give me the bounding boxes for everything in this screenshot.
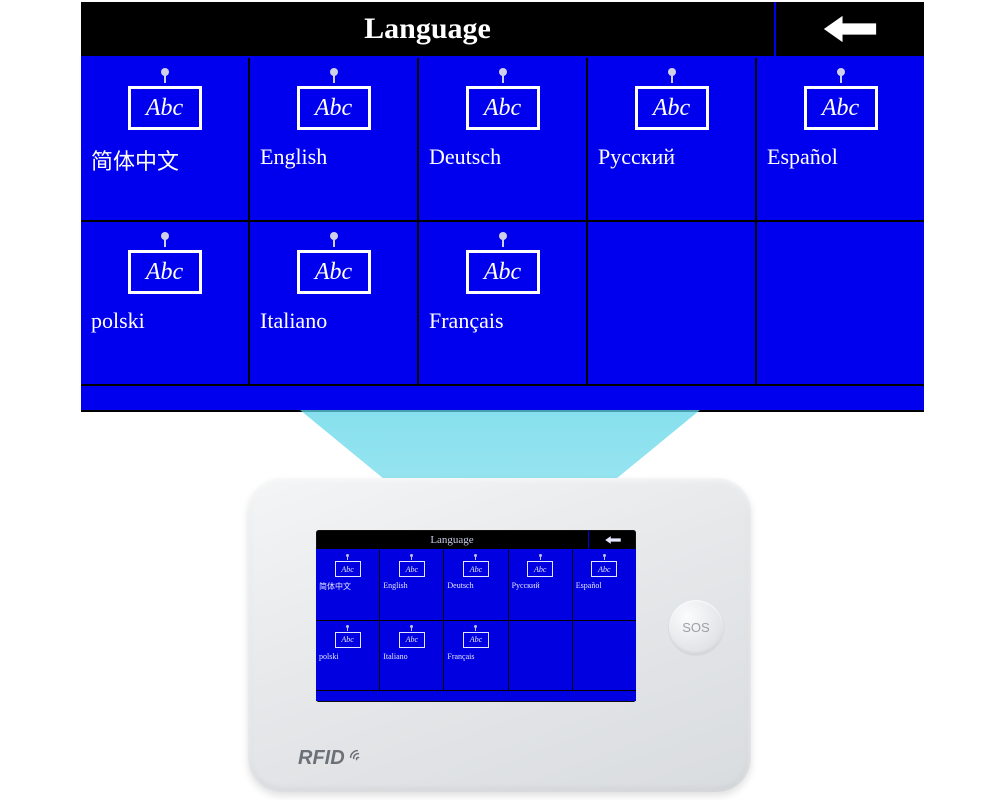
pushpin-icon (603, 554, 606, 557)
abc-board-icon: Abc (527, 561, 553, 577)
empty-cell (588, 222, 755, 384)
language-option-spanish[interactable]: Abc Español (573, 550, 636, 620)
language-option-french[interactable]: Abc Français (419, 222, 586, 384)
rfid-text: RFID (298, 747, 345, 770)
abc-board-icon: Abc (399, 632, 425, 648)
language-screen-small: Language Abc 简体中文 Abc English Abc Deutsch A… (316, 530, 636, 702)
abc-board-icon: Abc (128, 250, 202, 294)
empty-cell (757, 222, 924, 384)
pushpin-icon (837, 68, 845, 76)
empty-cell (573, 621, 636, 691)
rfid-label: RFID (298, 747, 367, 770)
language-label: Français (419, 308, 504, 334)
pushpin-icon (539, 554, 542, 557)
pushpin-icon (330, 68, 338, 76)
language-option-chinese[interactable]: Abc 简体中文 (81, 58, 248, 220)
language-label: English (250, 144, 327, 170)
language-option-chinese[interactable]: Abc 简体中文 (316, 550, 379, 620)
language-label: English (380, 581, 407, 590)
back-button[interactable] (774, 2, 924, 56)
back-arrow-icon (822, 11, 878, 47)
language-option-polish[interactable]: Abc polski (81, 222, 248, 384)
language-label: Русский (588, 144, 675, 170)
abc-board-icon: Abc (297, 250, 371, 294)
abc-board-icon: Abc (635, 86, 709, 130)
empty-cell (509, 621, 572, 691)
pushpin-icon (346, 554, 349, 557)
pushpin-icon (499, 68, 507, 76)
abc-board-icon: Abc (804, 86, 878, 130)
back-button[interactable] (588, 530, 636, 549)
pushpin-icon (474, 554, 477, 557)
pushpin-icon (410, 625, 413, 628)
abc-board-icon: Abc (591, 561, 617, 577)
language-option-english[interactable]: Abc English (250, 58, 417, 220)
language-grid: Abc 简体中文 Abc English Abc Deutsch Abc Русский… (316, 550, 636, 690)
language-label: Deutsch (444, 581, 473, 590)
language-option-english[interactable]: Abc English (380, 550, 443, 620)
language-label: polski (316, 652, 339, 661)
abc-board-icon: Abc (463, 561, 489, 577)
language-grid: Abc 简体中文 Abc English Abc Deutsch Abc Рус… (81, 58, 924, 384)
pushpin-icon (161, 232, 169, 240)
abc-board-icon: Abc (463, 632, 489, 648)
pushpin-icon (474, 625, 477, 628)
sos-button[interactable]: SOS (669, 600, 723, 654)
pushpin-icon (499, 232, 507, 240)
pushpin-icon (346, 625, 349, 628)
language-option-spanish[interactable]: Abc Español (757, 58, 924, 220)
page-title: Language (316, 530, 588, 549)
back-arrow-icon (603, 535, 623, 545)
abc-board-icon: Abc (335, 632, 361, 648)
language-label: polski (81, 308, 145, 334)
language-option-russian[interactable]: Abc Русский (509, 550, 572, 620)
language-label: Italiano (380, 652, 407, 661)
language-option-polish[interactable]: Abc polski (316, 621, 379, 691)
language-label: Français (444, 652, 474, 661)
abc-board-icon: Abc (297, 86, 371, 130)
abc-board-icon: Abc (335, 561, 361, 577)
abc-board-icon: Abc (466, 86, 540, 130)
language-option-italian[interactable]: Abc Italiano (380, 621, 443, 691)
language-screen-large: Language Abc 简体中文 Abc English Abc Deutsc… (81, 2, 924, 412)
header-bar: Language (316, 530, 636, 550)
language-option-german[interactable]: Abc Deutsch (444, 550, 507, 620)
language-option-russian[interactable]: Abc Русский (588, 58, 755, 220)
language-label: Italiano (250, 308, 327, 334)
pushpin-icon (410, 554, 413, 557)
alarm-panel-device: Language Abc 简体中文 Abc English Abc Deutsch A… (248, 478, 751, 792)
footer-strip (316, 690, 636, 701)
pushpin-icon (668, 68, 676, 76)
page-title: Language (81, 2, 774, 56)
language-option-german[interactable]: Abc Deutsch (419, 58, 586, 220)
language-label: 简体中文 (316, 581, 351, 592)
language-label: Español (573, 581, 602, 590)
language-label: Русский (509, 581, 540, 590)
header-bar: Language (81, 2, 924, 58)
pushpin-icon (161, 68, 169, 76)
language-label: 简体中文 (81, 144, 179, 176)
language-label: Español (757, 144, 838, 170)
language-label: Deutsch (419, 144, 501, 170)
abc-board-icon: Abc (128, 86, 202, 130)
language-option-italian[interactable]: Abc Italiano (250, 222, 417, 384)
abc-board-icon: Abc (399, 561, 425, 577)
rfid-signal-icon (349, 750, 367, 768)
abc-board-icon: Abc (466, 250, 540, 294)
footer-strip (81, 384, 924, 410)
pushpin-icon (330, 232, 338, 240)
language-option-french[interactable]: Abc Français (444, 621, 507, 691)
